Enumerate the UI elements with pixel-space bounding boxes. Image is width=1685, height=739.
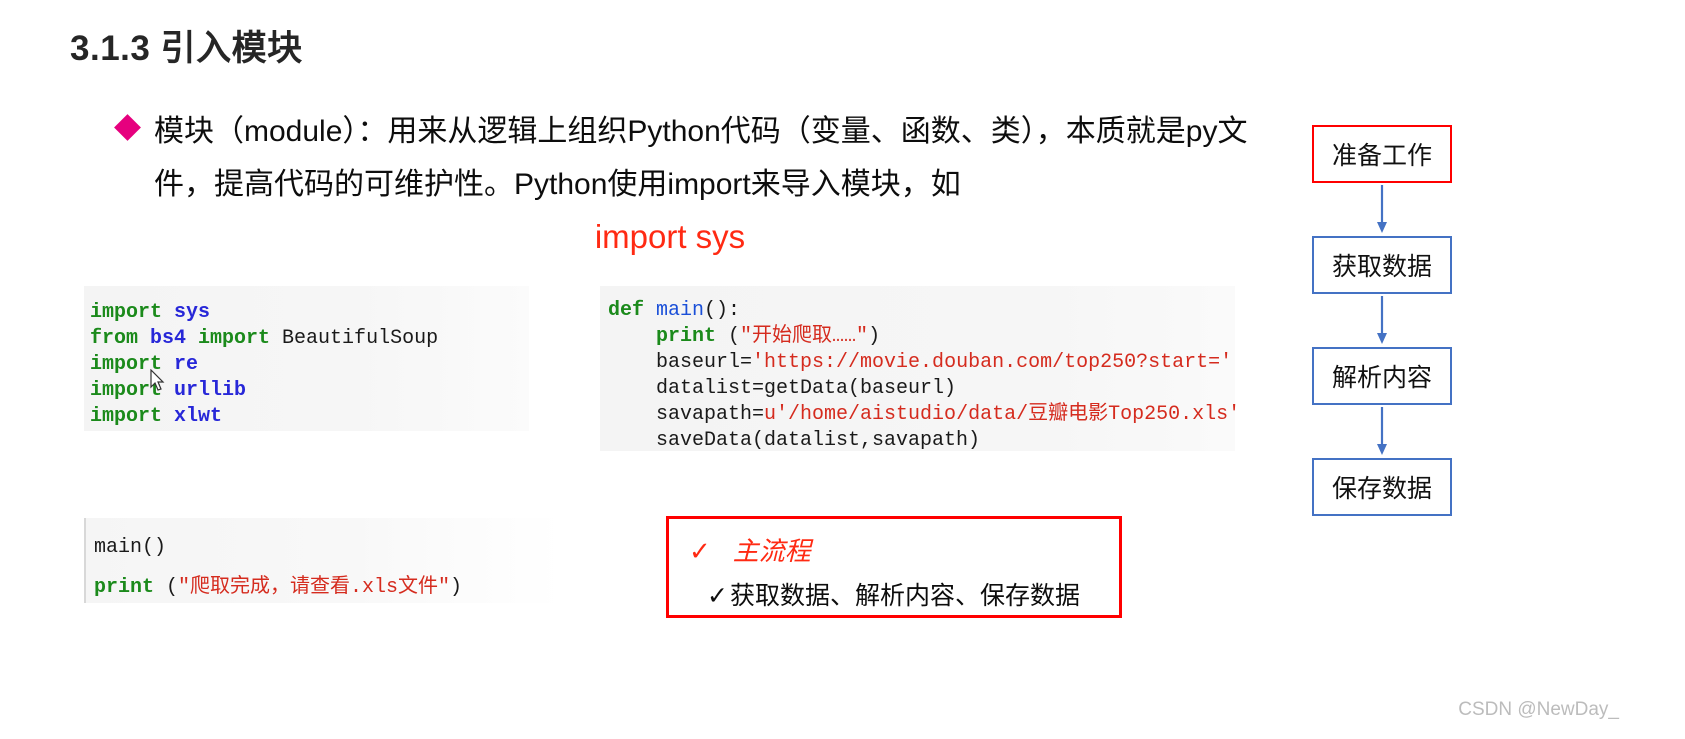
page-title: 3.1.3 引入模块	[70, 29, 303, 68]
flow-node-parse-content: 解析内容	[1312, 347, 1452, 405]
code-keyword: def	[608, 299, 645, 322]
code-keyword: from	[90, 327, 139, 350]
code-keyword: import	[90, 301, 163, 324]
code-keyword: import	[90, 405, 163, 428]
diamond-bullet-icon	[114, 114, 141, 141]
csdn-watermark: CSDN @NewDay_	[1458, 699, 1619, 720]
callout-heading-row: ✓ 主流程	[689, 531, 811, 568]
code-string-url: 'https://movie.douban.com/top250?start='	[752, 351, 1233, 374]
flow-arrow-3	[1312, 405, 1452, 458]
flow-arrow-2	[1312, 294, 1452, 347]
code-string: "开始爬取……"	[740, 325, 869, 348]
flow-node-save-data: 保存数据	[1312, 458, 1452, 516]
flow-node-prepare: 准备工作	[1312, 125, 1452, 183]
code-assignment: datalist=getData(baseurl)	[608, 377, 957, 400]
code-module: sys	[162, 301, 211, 324]
code-block-run: main() print ("爬取完成，请查看.xls文件")	[84, 518, 562, 603]
code-module: urllib	[162, 379, 247, 402]
code-punctuation: ():	[704, 299, 741, 322]
callout-heading: 主流程	[732, 537, 811, 566]
bullet-paragraph: 模块（module）：用来从逻辑上组织Python代码（变量、函数、类），本质就…	[114, 105, 1278, 211]
code-punctuation: )	[868, 325, 881, 348]
code-assignment: baseurl=	[608, 351, 753, 374]
flowchart: 准备工作 获取数据 解析内容 保存数据	[1312, 125, 1462, 516]
code-string-path: u'/home/aistudio/data/豆瓣电影Top250.xls'	[764, 403, 1241, 426]
arrow-down-icon	[1377, 295, 1387, 344]
flow-node-fetch-data: 获取数据	[1312, 236, 1452, 294]
code-block-main: def main(): print ("开始爬取……") baseurl='ht…	[600, 286, 1240, 452]
code-keyword: import	[198, 327, 271, 350]
code-module: xlwt	[162, 405, 223, 428]
slide-canvas: 3.1.3 引入模块 模块（module）：用来从逻辑上组织Python代码（变…	[0, 0, 1685, 739]
code-assignment: savapath=	[608, 403, 765, 426]
code-function-name: main	[644, 299, 705, 322]
main-flow-callout-box: ✓ 主流程 ✓获取数据、解析内容、保存数据	[666, 516, 1122, 618]
bullet-text: 模块（module）：用来从逻辑上组织Python代码（变量、函数、类），本质就…	[154, 115, 1248, 201]
code-punctuation: )	[450, 576, 463, 599]
code-punctuation: (	[716, 325, 741, 348]
code-module: re	[162, 353, 199, 376]
code-block-imports: import sys from bs4 import BeautifulSoup…	[84, 286, 529, 431]
flow-arrow-1	[1312, 183, 1452, 236]
check-icon: ✓	[707, 583, 728, 610]
code-module: bs4	[138, 327, 199, 350]
check-icon: ✓	[689, 537, 711, 566]
code-identifier: BeautifulSoup	[270, 327, 439, 350]
code-keyword: import	[90, 379, 163, 402]
arrow-down-icon	[1377, 406, 1387, 455]
code-builtin-print: print	[94, 576, 155, 599]
code-call: saveData(datalist,savapath)	[608, 429, 981, 452]
arrow-down-icon	[1377, 184, 1387, 233]
code-keyword: import	[90, 353, 163, 376]
callout-detail: 获取数据、解析内容、保存数据	[729, 583, 1080, 610]
code-punctuation: (	[154, 576, 179, 599]
code-builtin-print: print	[608, 325, 717, 348]
code-string: "爬取完成，请查看.xls文件"	[178, 576, 451, 599]
import-sys-highlight: import sys	[594, 218, 746, 255]
callout-detail-row: ✓获取数据、解析内容、保存数据	[707, 576, 1080, 612]
code-call-main: main()	[94, 536, 167, 559]
